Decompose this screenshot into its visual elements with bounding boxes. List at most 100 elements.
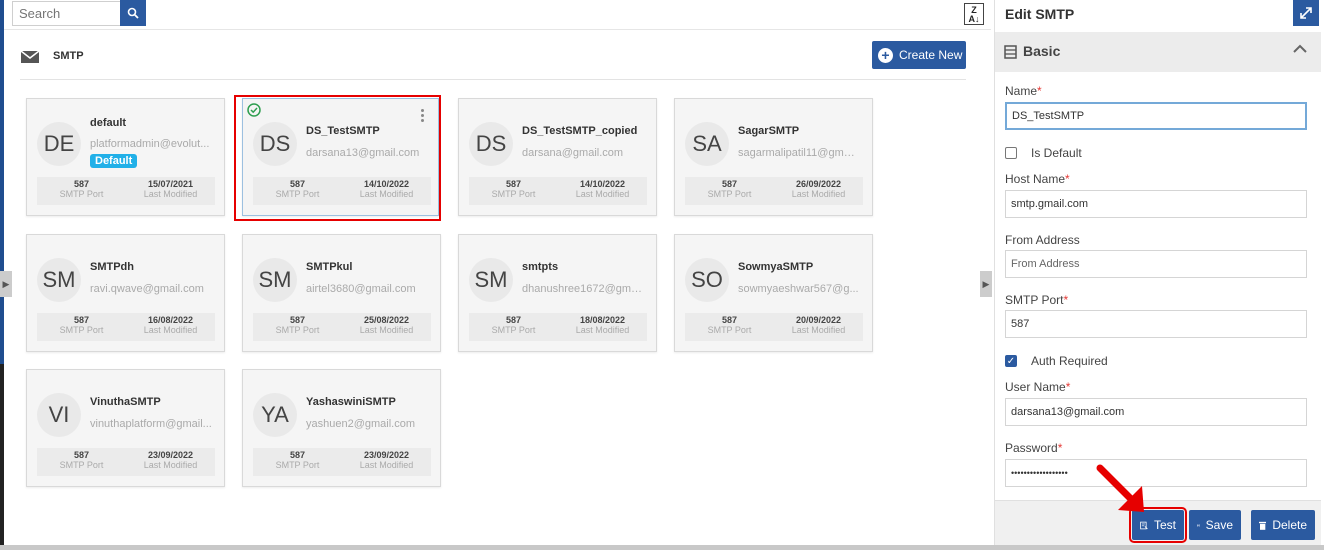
expand-button[interactable] [1293, 0, 1319, 26]
smtp-card-selected[interactable]: DS DS_TestSMTP darsana13@gmail.com 587 SM… [242, 98, 439, 216]
required-mark: * [1057, 441, 1063, 455]
avatar: SM [37, 258, 81, 302]
smtp-card[interactable]: SA SagarSMTP sagarmalipatil11@gmai... 58… [674, 98, 873, 216]
smtp-card[interactable]: DS DS_TestSMTP_copied darsana@gmail.com … [458, 98, 657, 216]
search-icon [127, 7, 139, 19]
card-name: SagarSMTP [738, 125, 800, 137]
user-name-field[interactable]: darsana13@gmail.com [1005, 398, 1307, 426]
default-badge: Default [90, 154, 138, 168]
required-mark: * [1065, 172, 1070, 186]
card-email: sagarmalipatil11@gmai... [738, 147, 860, 159]
is-default-checkbox[interactable] [1005, 147, 1017, 159]
date-label: Last Modified [791, 189, 846, 199]
save-button[interactable]: Save [1189, 510, 1241, 540]
password-label: Password* [1005, 441, 1063, 455]
date-value: 20/09/2022 [795, 315, 842, 325]
auth-required-checkbox[interactable]: ✓ [1005, 355, 1017, 367]
panel-header: Edit SMTP [995, 0, 1321, 30]
card-email: darsana@gmail.com [522, 147, 624, 159]
port-label: SMTP Port [491, 325, 536, 335]
date-value: 18/08/2022 [579, 315, 626, 325]
basic-section-header[interactable]: Basic [995, 32, 1321, 72]
smtp-port-field[interactable]: 587 [1005, 310, 1307, 338]
card-name: DS_TestSMTP [306, 125, 380, 137]
required-mark: * [1037, 84, 1042, 98]
card-stats: 587 SMTP Port 26/09/2022 Last Modified [685, 177, 863, 205]
from-address-field[interactable]: From Address [1005, 250, 1307, 278]
smtp-card[interactable]: SM SMTPdh ravi.qwave@gmail.com 587 SMTP P… [26, 234, 225, 352]
card-name: DS_TestSMTP_copied [522, 125, 638, 137]
host-name-label: Host Name* [1005, 172, 1070, 186]
password-field[interactable]: •••••••••••••••••• [1005, 459, 1307, 487]
date-label: Last Modified [143, 460, 198, 470]
card-email: airtel3680@gmail.com [306, 283, 416, 295]
page-header: SMTP + Create New [4, 31, 991, 81]
smtp-card[interactable]: VI VinuthaSMTP vinuthaplatform@gmail... … [26, 369, 225, 487]
card-stats: 587 SMTP Port 23/09/2022 Last Modified [37, 448, 215, 476]
mail-icon [21, 51, 39, 63]
card-email: sowmyaeshwar567@g... [738, 283, 859, 295]
save-icon [1197, 523, 1200, 527]
smtp-app: ZA↓ SMTP + Create New DE default platfor… [0, 0, 1324, 550]
card-stats: 587 SMTP Port 16/08/2022 Last Modified [37, 313, 215, 341]
smtp-card[interactable]: SO SowmyaSMTP sowmyaeshwar567@g... 587 SM… [674, 234, 873, 352]
delete-button[interactable]: Delete [1251, 510, 1315, 540]
card-name: VinuthaSMTP [90, 396, 161, 408]
port-value: 587 [73, 450, 90, 460]
test-icon [1140, 521, 1148, 529]
auth-required-row[interactable]: ✓ Auth Required [1005, 354, 1108, 368]
plus-circle-icon: + [878, 47, 893, 63]
date-value: 26/09/2022 [795, 179, 842, 189]
date-value: 25/08/2022 [363, 315, 410, 325]
card-stats: 587 SMTP Port 15/07/2021 Last Modified [37, 177, 215, 205]
more-options-icon[interactable] [421, 109, 425, 124]
port-value: 587 [289, 315, 306, 325]
port-value: 587 [73, 179, 90, 189]
avatar: SO [685, 258, 729, 302]
date-value: 16/08/2022 [147, 315, 194, 325]
date-label: Last Modified [359, 325, 414, 335]
panel-title: Edit SMTP [1005, 6, 1075, 22]
right-panel-toggle[interactable]: ▶ [980, 271, 992, 297]
avatar: DE [37, 122, 81, 166]
form-icon [1004, 45, 1017, 59]
card-name: YashaswiniSMTP [306, 396, 396, 408]
edit-smtp-panel: Edit SMTP Basic Name* DS_TestSMTP Is Def… [994, 0, 1321, 546]
smtp-card[interactable]: SM smtpts dhanushree1672@gma... 587 SMTP … [458, 234, 657, 352]
card-email: darsana13@gmail.com [306, 147, 420, 159]
card-stats: 587 SMTP Port 20/09/2022 Last Modified [685, 313, 863, 341]
date-value: 14/10/2022 [579, 179, 626, 189]
left-panel-toggle[interactable]: ▶ [0, 271, 12, 297]
sort-az-icon[interactable]: Z A↓ [964, 3, 984, 25]
date-value: 14/10/2022 [363, 179, 410, 189]
card-stats: 587 SMTP Port 14/10/2022 Last Modified [469, 177, 647, 205]
delete-label: Delete [1272, 518, 1307, 532]
smtp-card[interactable]: SM SMTPkul airtel3680@gmail.com 587 SMTP … [242, 234, 441, 352]
date-value: 15/07/2021 [147, 179, 194, 189]
host-name-field[interactable]: smtp.gmail.com [1005, 190, 1307, 218]
card-name: smtpts [522, 261, 559, 273]
smtp-card[interactable]: YA YashaswiniSMTP yashuen2@gmail.com 587… [242, 369, 441, 487]
avatar: VI [37, 393, 81, 437]
card-stats: 587 SMTP Port 18/08/2022 Last Modified [469, 313, 647, 341]
create-new-button[interactable]: + Create New [872, 41, 966, 69]
is-default-row[interactable]: Is Default [1005, 146, 1082, 160]
chevron-up-icon[interactable] [1293, 42, 1307, 56]
card-stats: 587 SMTP Port 23/09/2022 Last Modified [253, 448, 431, 476]
search-input[interactable] [12, 1, 125, 26]
user-name-label: User Name* [1005, 380, 1071, 394]
card-email: dhanushree1672@gma... [522, 283, 644, 295]
name-field[interactable]: DS_TestSMTP [1005, 102, 1307, 130]
port-label: SMTP Port [59, 325, 104, 335]
smtp-card[interactable]: DE default platformadmin@evolut... Defau… [26, 98, 225, 216]
port-label: SMTP Port [491, 189, 536, 199]
port-label: SMTP Port [707, 325, 752, 335]
avatar: DS [253, 122, 297, 166]
avatar: SM [469, 258, 513, 302]
smtp-port-label: SMTP Port* [1005, 293, 1069, 307]
port-value: 587 [721, 179, 738, 189]
date-label: Last Modified [575, 189, 630, 199]
required-mark: * [1065, 380, 1071, 394]
search-button[interactable] [120, 0, 146, 26]
create-new-label: Create New [899, 48, 963, 62]
